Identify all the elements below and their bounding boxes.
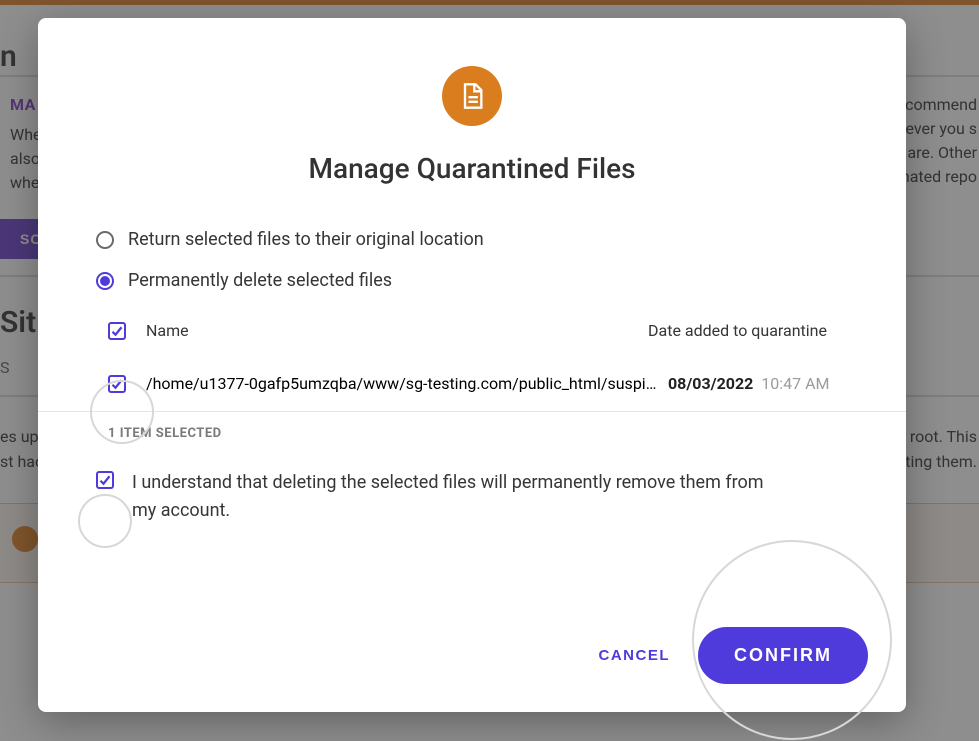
- col-header-name: Name: [146, 321, 648, 340]
- action-options: Return selected files to their original …: [38, 197, 906, 301]
- file-date-value: 08/03/2022: [668, 374, 753, 393]
- modal-header: Manage Quarantined Files: [38, 18, 906, 197]
- option-return-label: Return selected files to their original …: [128, 229, 484, 250]
- document-icon: [442, 66, 502, 126]
- radio-icon-selected: [96, 272, 114, 290]
- acknowledge-checkbox[interactable]: [96, 471, 114, 489]
- file-path: /home/u1377-0gafp5umzqba/www/sg-testing.…: [146, 374, 668, 393]
- option-permanently-delete[interactable]: Permanently delete selected files: [96, 270, 848, 291]
- modal-footer: CANCEL CONFIRM: [38, 603, 906, 712]
- cancel-button[interactable]: CANCEL: [599, 647, 671, 664]
- option-return-files[interactable]: Return selected files to their original …: [96, 229, 848, 250]
- col-header-date: Date added to quarantine: [648, 321, 848, 340]
- select-all-checkbox[interactable]: [108, 322, 126, 340]
- files-table: Name Date added to quarantine /home/u137…: [38, 321, 906, 411]
- file-time-value: 10:47 AM: [761, 374, 829, 393]
- modal-title: Manage Quarantined Files: [308, 152, 635, 185]
- radio-icon: [96, 231, 114, 249]
- acknowledgement-row: I understand that deleting the selected …: [38, 441, 906, 525]
- table-header-row: Name Date added to quarantine: [96, 321, 848, 356]
- row-checkbox[interactable]: [108, 375, 126, 393]
- option-delete-label: Permanently delete selected files: [128, 270, 392, 291]
- manage-quarantine-modal: Manage Quarantined Files Return selected…: [38, 18, 906, 712]
- selected-count: 1 ITEM SELECTED: [38, 412, 906, 441]
- confirm-button[interactable]: CONFIRM: [698, 627, 868, 684]
- table-row: /home/u1377-0gafp5umzqba/www/sg-testing.…: [96, 356, 848, 411]
- file-date: 08/03/2022 10:47 AM: [668, 374, 848, 393]
- acknowledge-text: I understand that deleting the selected …: [132, 469, 792, 525]
